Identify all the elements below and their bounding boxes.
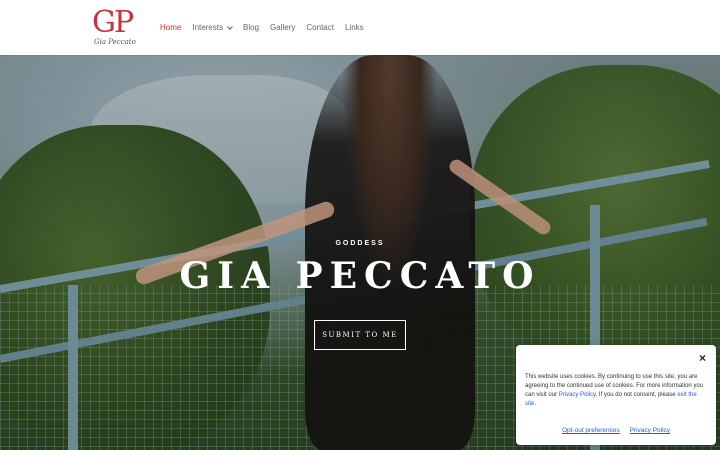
nav-label: Home (160, 23, 182, 32)
nav-label: Interests (192, 23, 224, 32)
logo-monogram: GP (92, 5, 134, 40)
cookie-banner: × This website uses cookies. By continui… (516, 345, 716, 445)
nav-item-contact[interactable]: Contact (306, 23, 334, 32)
nav-item-home[interactable]: Home (160, 23, 181, 32)
cookie-message-text: . (534, 401, 537, 407)
nav-label: Blog (243, 23, 260, 32)
close-icon[interactable]: × (699, 351, 706, 365)
nav-item-gallery[interactable]: Gallery (270, 23, 295, 32)
cookie-message-text: . If you do not consent, please (595, 392, 678, 398)
site-logo[interactable]: GP Gia Peccato (92, 5, 144, 48)
site-header: GP Gia Peccato Home Interests Blog Galle… (0, 0, 720, 55)
privacy-policy-link[interactable]: Privacy Policy (559, 392, 596, 398)
privacy-policy-footer-link[interactable]: Privacy Policy (630, 427, 670, 434)
main-nav: Home Interests Blog Gallery Contact Link… (160, 0, 375, 55)
submit-to-me-button[interactable]: SUBMIT TO ME (314, 320, 406, 350)
nav-item-interests[interactable]: Interests (192, 23, 233, 32)
nav-label: Gallery (270, 23, 296, 32)
hero-title: GIA PECCATO (179, 255, 541, 297)
nav-label: Links (344, 23, 364, 32)
nav-item-links[interactable]: Links (345, 23, 364, 32)
chevron-down-icon (227, 23, 233, 30)
opt-out-preferences-link[interactable]: Opt-out preferences (562, 427, 620, 434)
nav-label: Contact (306, 23, 334, 32)
hero-subtitle: GODDESS (335, 240, 385, 247)
cookie-links: Opt-out preferences Privacy Policy (516, 427, 716, 434)
nav-item-blog[interactable]: Blog (243, 23, 259, 32)
cookie-message: This website uses cookies. By continuing… (525, 373, 709, 409)
logo-signature: Gia Peccato (94, 38, 136, 46)
